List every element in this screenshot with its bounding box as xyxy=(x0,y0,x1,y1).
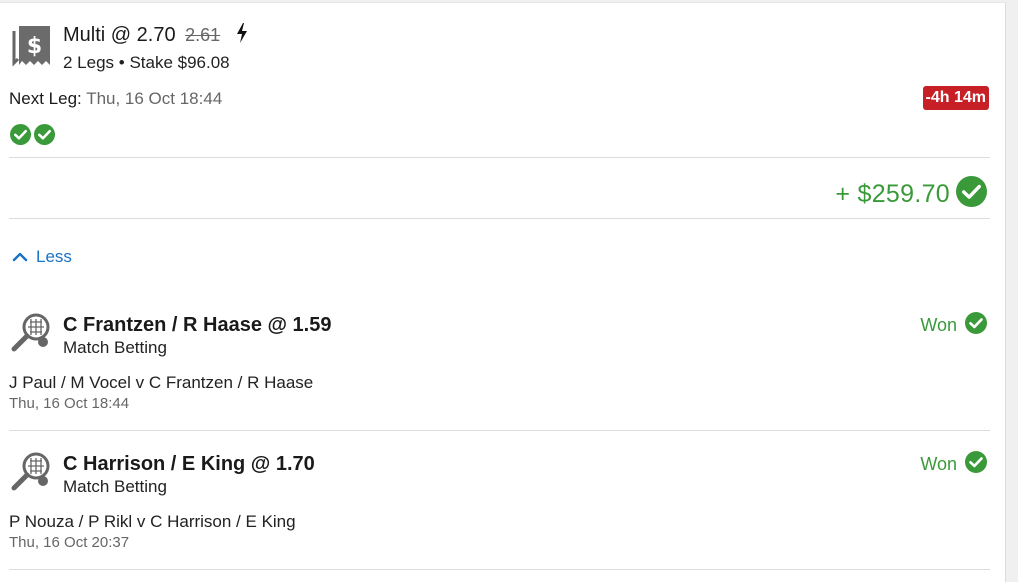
lightning-bolt-icon xyxy=(236,23,248,49)
check-circle-icon xyxy=(965,451,987,478)
tennis-racket-icon xyxy=(9,310,53,354)
payout-row: + $259.70 xyxy=(835,176,987,212)
tennis-racket-icon xyxy=(9,449,53,493)
receipt-dollar-icon: $ xyxy=(10,23,54,69)
next-leg-value: Thu, 16 Oct 18:44 xyxy=(86,89,223,108)
leg-date: Thu, 16 Oct 18:44 xyxy=(9,395,130,412)
leg-result-label: Won xyxy=(920,315,957,335)
check-circle-icon xyxy=(965,312,987,339)
leg-selection: C Frantzen / R Haase @ 1.59 xyxy=(63,314,332,336)
next-leg-row: Next Leg: Thu, 16 Oct 18:44 xyxy=(9,89,222,109)
multi-bet-card: $ Multi @ 2.70 2.61 2 Legs • Stake $96.0… xyxy=(0,2,1006,582)
original-odds: 2.61 xyxy=(185,25,221,45)
leg-result: Won xyxy=(920,312,987,339)
leg-selection: C Harrison / E King @ 1.70 xyxy=(63,453,315,475)
collapse-legs-button[interactable]: Less xyxy=(12,247,72,267)
divider xyxy=(9,569,990,570)
divider xyxy=(9,218,990,219)
leg-market: Match Betting xyxy=(63,477,167,496)
collapse-legs-label: Less xyxy=(36,247,72,266)
check-circle-icon xyxy=(10,124,31,150)
payout-amount: + $259.70 xyxy=(835,179,950,208)
bet-subtitle: 2 Legs • Stake $96.08 xyxy=(63,53,230,72)
countdown-badge: -4h 14m xyxy=(922,86,989,110)
next-leg-label: Next Leg: xyxy=(9,89,82,108)
chevron-up-icon xyxy=(12,247,28,267)
bet-title: Multi @ 2.70 2.61 xyxy=(63,23,248,49)
divider xyxy=(9,157,990,158)
check-circle-icon xyxy=(956,176,987,212)
check-circle-icon xyxy=(34,124,55,150)
leg-result: Won xyxy=(920,451,987,478)
leg-date: Thu, 16 Oct 20:37 xyxy=(9,534,130,551)
bet-title-odds: Multi @ 2.70 xyxy=(63,24,176,46)
divider xyxy=(9,430,990,431)
svg-text:$: $ xyxy=(27,34,42,59)
leg-event[interactable]: J Paul / M Vocel v C Frantzen / R Haase xyxy=(9,373,313,393)
leg-market: Match Betting xyxy=(63,338,167,357)
leg-event[interactable]: P Nouza / P Rikl v C Harrison / E King xyxy=(9,512,296,532)
leg-result-label: Won xyxy=(920,454,957,474)
leg-status-indicators xyxy=(10,124,55,150)
